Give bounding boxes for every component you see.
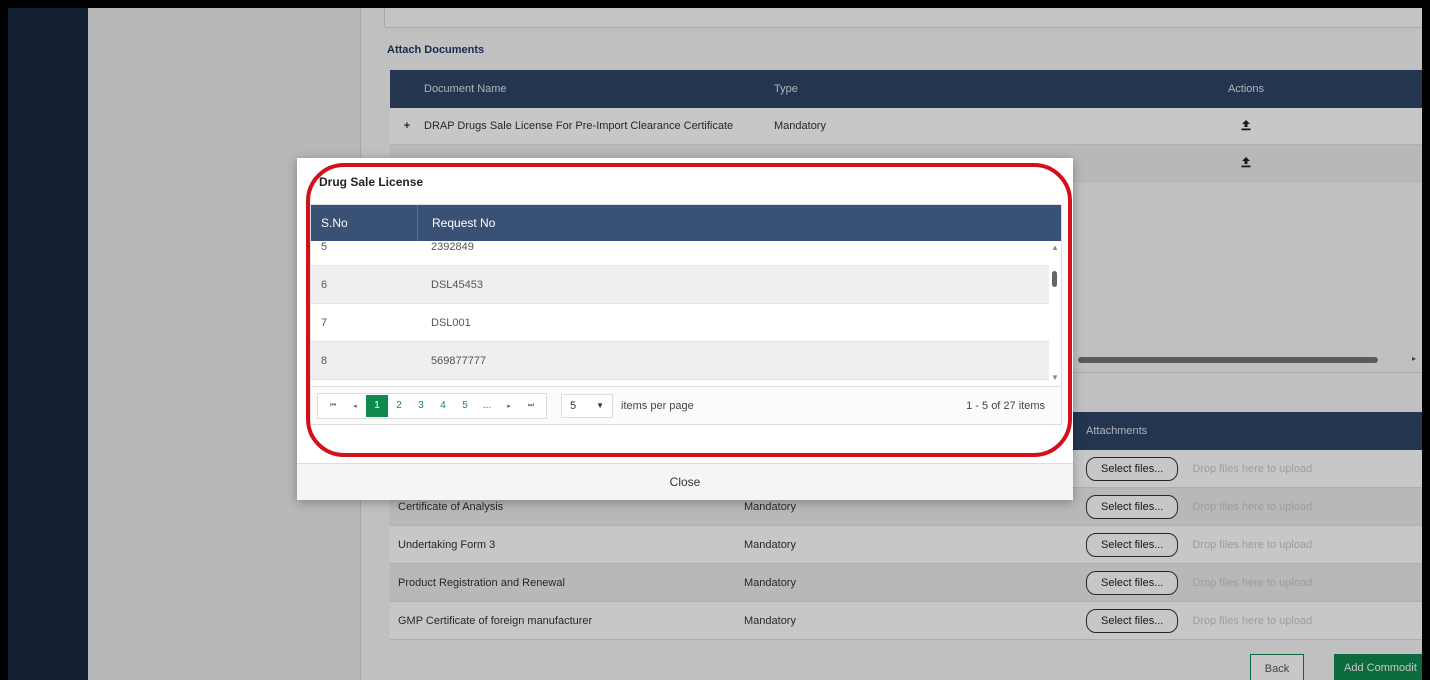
drug-sale-license-dialog: Drug Sale License S.No Request No 5 2392…: [297, 158, 1073, 500]
last-page-icon[interactable]: ⏭: [520, 395, 542, 417]
more-pages-button[interactable]: ...: [476, 395, 498, 417]
row-request-no: 2392849: [431, 241, 474, 253]
page-button[interactable]: 4: [432, 395, 454, 417]
row-sno: 5: [321, 241, 328, 253]
row-request-no: DSL45453: [431, 278, 483, 291]
page-size-value: 5: [570, 399, 577, 412]
table-row[interactable]: 8 569877777: [311, 342, 1049, 380]
first-page-icon[interactable]: ⏮: [322, 395, 344, 417]
row-request-no: DSL001: [431, 316, 471, 329]
row-sno: 8: [321, 354, 328, 367]
request-grid: S.No Request No 5 2392849 6 DSL45453 7 D…: [310, 204, 1062, 425]
table-row[interactable]: 7 DSL001: [311, 304, 1049, 342]
page-size-select[interactable]: 5 ▼: [561, 393, 613, 418]
pager-nav: ⏮ ◂ 1 2 3 4 5 ... ▸ ⏭: [317, 392, 547, 419]
col-sno[interactable]: S.No: [311, 205, 418, 241]
vertical-scrollbar[interactable]: ▲ ▼: [1049, 241, 1061, 386]
next-page-icon[interactable]: ▸: [498, 395, 520, 417]
table-row[interactable]: 6 DSL45453: [311, 266, 1049, 304]
app-frame: Attach Documents Document Name Type Acti…: [8, 8, 1422, 680]
dialog-title: Drug Sale License: [319, 175, 424, 189]
grid-body: 5 2392849 6 DSL45453 7 DSL001 8 56987777…: [311, 241, 1061, 386]
chevron-down-icon: ▼: [596, 401, 604, 410]
page-button[interactable]: 5: [454, 395, 476, 417]
row-sno: 7: [321, 316, 328, 329]
scroll-thumb[interactable]: [1052, 271, 1057, 287]
col-request-no[interactable]: Request No: [418, 216, 495, 230]
page-button[interactable]: 3: [410, 395, 432, 417]
page-button[interactable]: 1: [366, 394, 388, 417]
pager-info: 1 - 5 of 27 items: [966, 399, 1045, 412]
prev-page-icon[interactable]: ◂: [344, 395, 366, 417]
items-per-page-label: items per page: [621, 399, 694, 412]
table-row[interactable]: 5 2392849: [311, 241, 1049, 266]
row-sno: 6: [321, 278, 328, 291]
grid-header: S.No Request No: [311, 205, 1061, 241]
scroll-down-icon[interactable]: ▼: [1051, 373, 1059, 382]
scroll-up-icon[interactable]: ▲: [1051, 243, 1059, 252]
row-request-no: 569877777: [431, 354, 487, 367]
pager: ⏮ ◂ 1 2 3 4 5 ... ▸ ⏭ 5 ▼ items per page…: [311, 386, 1061, 424]
page-button[interactable]: 2: [388, 395, 410, 417]
close-button[interactable]: Close: [297, 463, 1073, 500]
